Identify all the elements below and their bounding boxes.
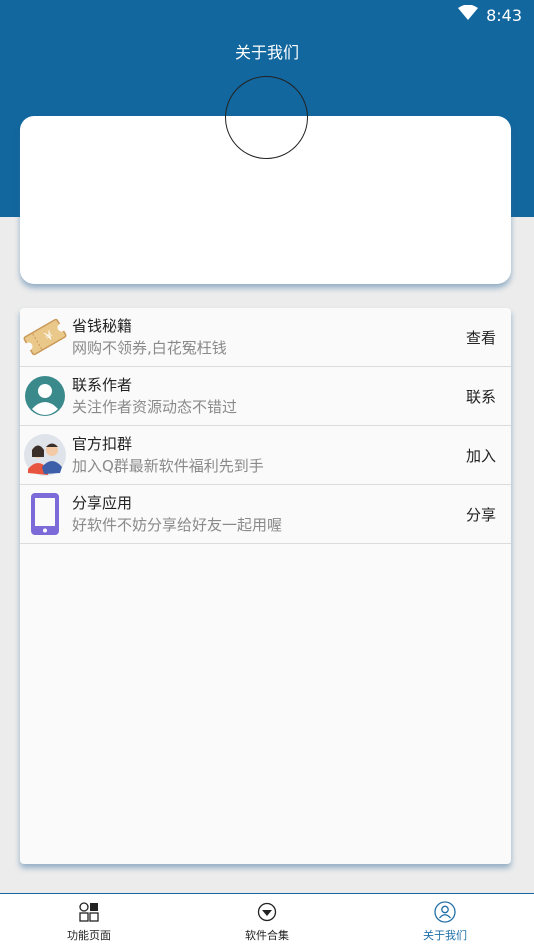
list-item-subtitle: 网购不领券,白花冤枉钱 bbox=[72, 339, 227, 357]
share-button[interactable]: 分享 bbox=[466, 504, 511, 525]
nav-tab-label: 软件合集 bbox=[245, 929, 289, 942]
list-item-text: 官方扣群 加入Q群最新软件福利先到手 bbox=[72, 433, 466, 477]
group-icon bbox=[22, 432, 68, 478]
nav-tab-label: 功能页面 bbox=[67, 929, 111, 942]
list-item-title: 分享应用 bbox=[72, 494, 133, 512]
grid-icon bbox=[77, 900, 101, 924]
list-item-text: 省钱秘籍 网购不领券,白花冤枉钱 bbox=[72, 315, 466, 359]
list-item-title: 省钱秘籍 bbox=[72, 317, 133, 335]
list-item-official-group[interactable]: 官方扣群 加入Q群最新软件福利先到手 加入 bbox=[20, 426, 511, 485]
list-item-text: 分享应用 好软件不妨分享给好友一起用喔 bbox=[72, 492, 466, 536]
contact-button[interactable]: 联系 bbox=[466, 386, 511, 407]
coupon-icon: ¥ bbox=[22, 314, 68, 360]
menu-list: ¥ 省钱秘籍 网购不领券,白花冤枉钱 查看 联系作者 关注作者资源动态不错过 联… bbox=[20, 308, 511, 864]
status-time: 8:43 bbox=[486, 5, 522, 25]
nav-tab-about[interactable]: 关于我们 bbox=[356, 894, 534, 949]
nav-tab-label: 关于我们 bbox=[423, 929, 467, 942]
status-bar: 8:43 bbox=[458, 0, 534, 30]
list-item-subtitle: 好软件不妨分享给好友一起用喔 bbox=[72, 516, 283, 534]
list-item-subtitle: 加入Q群最新软件福利先到手 bbox=[72, 457, 264, 475]
list-item-contact-author[interactable]: 联系作者 关注作者资源动态不错过 联系 bbox=[20, 367, 511, 426]
list-item-title: 官方扣群 bbox=[72, 435, 133, 453]
list-item-share-app[interactable]: 分享应用 好软件不妨分享给好友一起用喔 分享 bbox=[20, 485, 511, 544]
page-title: 关于我们 bbox=[234, 43, 299, 62]
list-item-subtitle: 关注作者资源动态不错过 bbox=[72, 398, 238, 416]
view-button[interactable]: 查看 bbox=[466, 327, 511, 348]
phone-icon bbox=[22, 491, 68, 537]
list-item-save-money[interactable]: ¥ 省钱秘籍 网购不领券,白花冤枉钱 查看 bbox=[20, 308, 511, 367]
list-item-text: 联系作者 关注作者资源动态不错过 bbox=[72, 374, 466, 418]
nav-tab-features[interactable]: 功能页面 bbox=[0, 894, 178, 949]
list-item-title: 联系作者 bbox=[72, 376, 133, 394]
profile-icon bbox=[433, 900, 457, 924]
join-button[interactable]: 加入 bbox=[466, 445, 511, 466]
wifi-icon bbox=[458, 4, 479, 25]
collection-icon bbox=[255, 900, 279, 924]
bottom-nav: 功能页面 软件合集 关于我们 bbox=[0, 893, 534, 949]
avatar[interactable] bbox=[225, 76, 308, 159]
nav-tab-collection[interactable]: 软件合集 bbox=[178, 894, 356, 949]
person-icon bbox=[22, 373, 68, 419]
